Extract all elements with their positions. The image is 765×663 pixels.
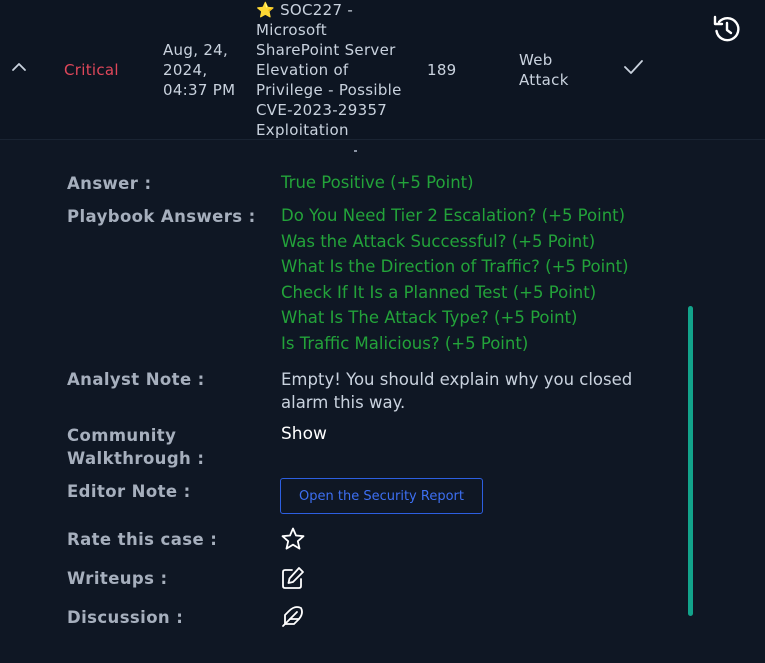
- playbook-answer: Is Traffic Malicious? (+5 Point): [281, 334, 529, 353]
- star-icon: ⭐: [256, 1, 275, 19]
- title-line: Elevation of: [256, 61, 349, 79]
- scrollbar[interactable]: [688, 306, 693, 616]
- title-line: ⭐ SOC227 -: [256, 0, 416, 20]
- open-security-report-button[interactable]: Open the Security Report: [280, 478, 483, 514]
- community-walkthrough-label: Community Walkthrough :: [67, 424, 204, 470]
- title-line: Privilege - Possible: [256, 81, 402, 99]
- alert-date: Aug, 24, 2024, 04:37 PM: [163, 40, 243, 100]
- divider-dot: [354, 150, 357, 152]
- label-line: Walkthrough :: [67, 449, 205, 468]
- event-id: 189: [427, 61, 457, 79]
- title-line: CVE-2023-29357: [256, 101, 388, 119]
- note-line: Empty! You should explain why you closed: [281, 370, 633, 389]
- playbook-answer: What Is The Attack Type? (+5 Point): [281, 308, 578, 327]
- date-line: 04:37 PM: [163, 81, 236, 99]
- date-line: Aug, 24,: [163, 41, 229, 59]
- playbook-label: Playbook Answers :: [67, 207, 256, 226]
- date-line: 2024,: [163, 61, 208, 79]
- star-outline-icon[interactable]: [280, 526, 306, 552]
- answer-label: Answer :: [67, 174, 152, 193]
- playbook-answer: Do You Need Tier 2 Escalation? (+5 Point…: [281, 206, 626, 225]
- title-line: Exploitation: [256, 121, 349, 139]
- title-text: SOC227 -: [280, 1, 354, 19]
- alert-row[interactable]: Critical Aug, 24, 2024, 04:37 PM ⭐ SOC22…: [0, 0, 765, 140]
- writeups-label: Writeups :: [67, 569, 168, 588]
- playbook-answer: Was the Attack Successful? (+5 Point): [281, 232, 596, 251]
- playbook-answer: Check If It Is a Planned Test (+5 Point): [281, 283, 597, 302]
- chevron-up-icon[interactable]: [8, 56, 30, 78]
- title-line: Microsoft: [256, 21, 327, 39]
- edit-icon[interactable]: [280, 565, 306, 591]
- analyst-note-label: Analyst Note :: [67, 370, 205, 389]
- answer-value: True Positive (+5 Point): [281, 173, 474, 192]
- type-line: Web: [519, 51, 553, 69]
- playbook-answer: What Is the Direction of Traffic? (+5 Po…: [281, 257, 629, 276]
- restore-icon[interactable]: [710, 12, 744, 46]
- title-line: SharePoint Server: [256, 41, 396, 59]
- type-line: Attack: [519, 71, 569, 89]
- severity-label: Critical: [64, 61, 119, 79]
- editor-note-label: Editor Note :: [67, 482, 191, 501]
- rate-label: Rate this case :: [67, 530, 218, 549]
- show-walkthrough-link[interactable]: Show: [281, 424, 327, 444]
- analyst-note-value: Empty! You should explain why you closed…: [281, 368, 632, 414]
- label-line: Community: [67, 426, 177, 445]
- alert-details-page: Critical Aug, 24, 2024, 04:37 PM ⭐ SOC22…: [0, 0, 765, 663]
- note-line: alarm this way.: [281, 393, 406, 412]
- feather-icon[interactable]: [280, 603, 306, 629]
- discussion-label: Discussion :: [67, 608, 184, 627]
- alert-type: Web Attack: [519, 50, 589, 90]
- alert-title: ⭐ SOC227 - Microsoft SharePoint Server E…: [256, 0, 416, 140]
- check-icon[interactable]: [622, 56, 644, 78]
